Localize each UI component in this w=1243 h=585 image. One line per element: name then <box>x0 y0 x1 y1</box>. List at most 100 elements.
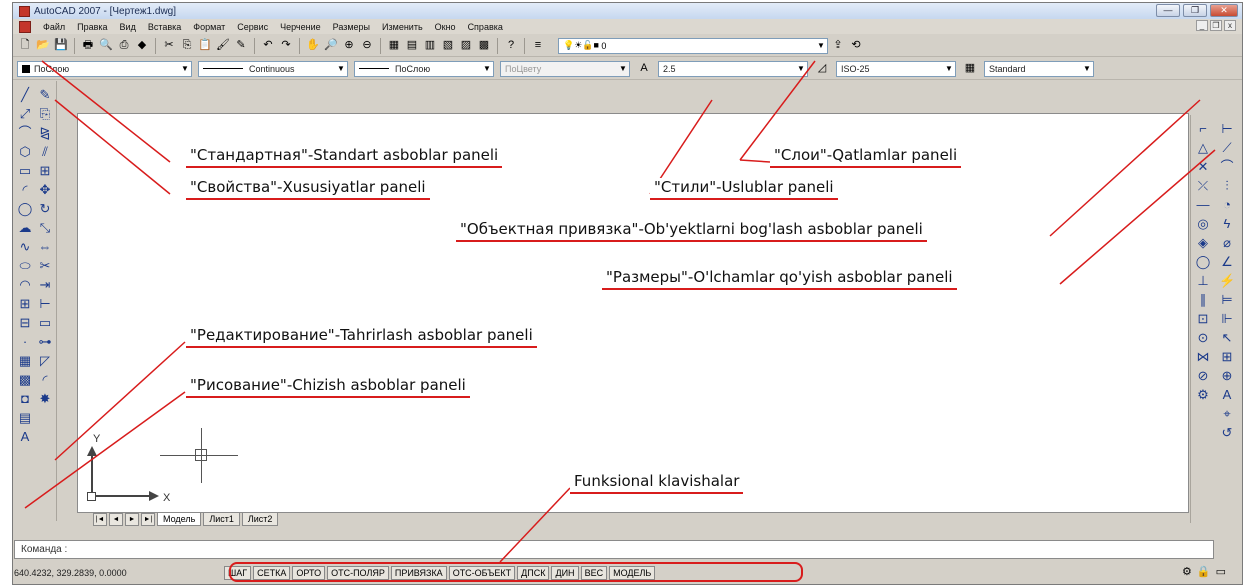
color-dropdown[interactable]: ПоСлою ▼ <box>17 60 192 77</box>
zoom-realtime-icon[interactable]: 🔎 <box>323 38 339 54</box>
zoom-window-icon[interactable]: ⊕ <box>341 38 357 54</box>
gradient-icon[interactable]: ▩ <box>17 372 33 388</box>
center-mark-icon[interactable]: ⊕ <box>1219 368 1235 384</box>
dim-style-icon[interactable]: ◿ <box>814 61 830 77</box>
arc-length-dim-icon[interactable]: ⌒ <box>1219 159 1235 175</box>
new-file-icon[interactable]: 🗋 <box>17 38 33 54</box>
center-snap-icon[interactable]: ◎ <box>1195 216 1211 232</box>
extension-snap-icon[interactable]: — <box>1195 197 1211 213</box>
quickcalc-icon[interactable]: ▩ <box>476 38 492 54</box>
rectangle-icon[interactable]: ▭ <box>17 163 33 179</box>
table-style-dropdown[interactable]: Standard ▼ <box>984 60 1094 77</box>
last-tab-button[interactable]: ►| <box>141 513 155 526</box>
radius-dim-icon[interactable]: ◔ <box>1219 197 1235 213</box>
doc-minimize-button[interactable]: _ <box>1196 20 1208 31</box>
menu-draw[interactable]: Черчение <box>274 22 327 32</box>
first-tab-button[interactable]: |◄ <box>93 513 107 526</box>
open-file-icon[interactable]: 📂 <box>35 38 51 54</box>
tool-palettes-icon[interactable]: ▥ <box>422 38 438 54</box>
explode-icon[interactable]: ✸ <box>37 391 53 407</box>
plot-preview-icon[interactable]: 🔍 <box>98 38 114 54</box>
help-icon[interactable]: ? <box>503 38 519 54</box>
tab-layout1[interactable]: Лист1 <box>203 513 240 526</box>
dim-update-icon[interactable]: ↺ <box>1219 425 1235 441</box>
trim-icon[interactable]: ✂ <box>37 258 53 274</box>
save-icon[interactable]: 💾 <box>53 38 69 54</box>
join-icon[interactable]: ⊶ <box>37 334 53 350</box>
redo-icon[interactable]: ↷ <box>278 38 294 54</box>
quadrant-snap-icon[interactable]: ◈ <box>1195 235 1211 251</box>
polygon-icon[interactable]: ⬡ <box>17 144 33 160</box>
document-icon[interactable] <box>19 20 31 33</box>
array-icon[interactable]: ⊞ <box>37 163 53 179</box>
linear-dim-icon[interactable]: ⊢ <box>1219 121 1235 137</box>
polyline-icon[interactable]: ⌒ <box>17 125 33 141</box>
communication-center-icon[interactable]: ⚙ <box>1182 565 1192 578</box>
menu-modify[interactable]: Изменить <box>376 22 429 32</box>
doc-restore-button[interactable]: ❐ <box>1210 20 1222 31</box>
diameter-dim-icon[interactable]: ⌀ <box>1219 235 1235 251</box>
perpendicular-snap-icon[interactable]: ⊥ <box>1195 273 1211 289</box>
jogged-dim-icon[interactable]: ϟ <box>1219 216 1235 232</box>
text-style-dropdown[interactable]: 2.5 ▼ <box>658 60 808 77</box>
zoom-previous-icon[interactable]: ⊖ <box>359 38 375 54</box>
copy-icon[interactable]: ⎘ <box>37 106 53 122</box>
tangent-snap-icon[interactable]: ◯ <box>1195 254 1211 270</box>
baseline-dim-icon[interactable]: ⊨ <box>1219 292 1235 308</box>
osnap-settings-icon[interactable]: ⚙ <box>1195 387 1211 403</box>
extend-icon[interactable]: ⇥ <box>37 277 53 293</box>
erase-icon[interactable]: ✎ <box>37 87 53 103</box>
dimedit-icon[interactable]: A <box>1219 387 1235 403</box>
node-snap-icon[interactable]: ⊙ <box>1195 330 1211 346</box>
hatch-icon[interactable]: ▦ <box>17 353 33 369</box>
quick-dim-icon[interactable]: ⚡ <box>1219 273 1235 289</box>
coordinates-readout[interactable]: 640.4232, 329.2839, 0.0000 <box>14 568 224 578</box>
insert-block-icon[interactable]: ⊞ <box>17 296 33 312</box>
polar-button[interactable]: ОТС-ПОЛЯР <box>327 566 389 580</box>
menu-insert[interactable]: Вставка <box>142 22 187 32</box>
qleader-icon[interactable]: ↖ <box>1219 330 1235 346</box>
apparent-snap-icon[interactable]: ⤫ <box>1195 178 1211 194</box>
plot-icon[interactable]: 🖶 <box>80 38 96 54</box>
drawing-area[interactable] <box>77 113 1189 513</box>
menu-format[interactable]: Формат <box>187 22 231 32</box>
pan-icon[interactable]: ✋ <box>305 38 321 54</box>
paste-icon[interactable]: 📋 <box>197 38 213 54</box>
menu-edit[interactable]: Правка <box>71 22 113 32</box>
dimtedit-icon[interactable]: ⌖ <box>1219 406 1235 422</box>
close-button[interactable]: ✕ <box>1210 4 1238 17</box>
make-block-icon[interactable]: ⊟ <box>17 315 33 331</box>
3d-dwf-icon[interactable]: ◆ <box>134 38 150 54</box>
command-line[interactable]: Команда : <box>14 540 1214 559</box>
menu-file[interactable]: Файл <box>37 22 71 32</box>
none-snap-icon[interactable]: ⊘ <box>1195 368 1211 384</box>
ellipse-icon[interactable]: ⬭ <box>17 258 33 274</box>
rotate-icon[interactable]: ↻ <box>37 201 53 217</box>
layer-previous-icon[interactable]: ⟲ <box>848 38 864 54</box>
publish-icon[interactable]: ⎙ <box>116 38 132 54</box>
stretch-icon[interactable]: ⇔ <box>37 239 53 255</box>
ellipse-arc-icon[interactable]: ◠ <box>17 277 33 293</box>
break-icon[interactable]: ▭ <box>37 315 53 331</box>
layer-dropdown[interactable]: 💡☀🔓■ 0 ▼ <box>558 37 828 54</box>
arc-icon[interactable]: ◜ <box>17 182 33 198</box>
angular-dim-icon[interactable]: ∠ <box>1219 254 1235 270</box>
parallel-snap-icon[interactable]: ∥ <box>1195 292 1211 308</box>
menu-view[interactable]: Вид <box>114 22 142 32</box>
model-button[interactable]: МОДЕЛЬ <box>609 566 656 580</box>
circle-icon[interactable]: ◯ <box>17 201 33 217</box>
menu-window[interactable]: Окно <box>429 22 462 32</box>
match-properties-icon[interactable]: 🖌 <box>215 38 231 54</box>
mirror-icon[interactable]: ⧎ <box>37 125 53 141</box>
tab-layout2[interactable]: Лист2 <box>241 513 279 526</box>
scale-icon[interactable]: ⤡ <box>37 220 53 236</box>
ortho-button[interactable]: ОРТО <box>292 566 326 580</box>
block-editor-icon[interactable]: ✎ <box>233 38 249 54</box>
move-icon[interactable]: ✥ <box>37 182 53 198</box>
intersection-snap-icon[interactable]: ✕ <box>1195 159 1211 175</box>
copy-icon[interactable]: ⎘ <box>179 38 195 54</box>
spline-icon[interactable]: ∿ <box>17 239 33 255</box>
endpoint-snap-icon[interactable]: ⌐ <box>1195 121 1211 137</box>
osnap-button[interactable]: ПРИВЯЗКА <box>390 566 447 580</box>
point-icon[interactable]: · <box>17 334 33 350</box>
